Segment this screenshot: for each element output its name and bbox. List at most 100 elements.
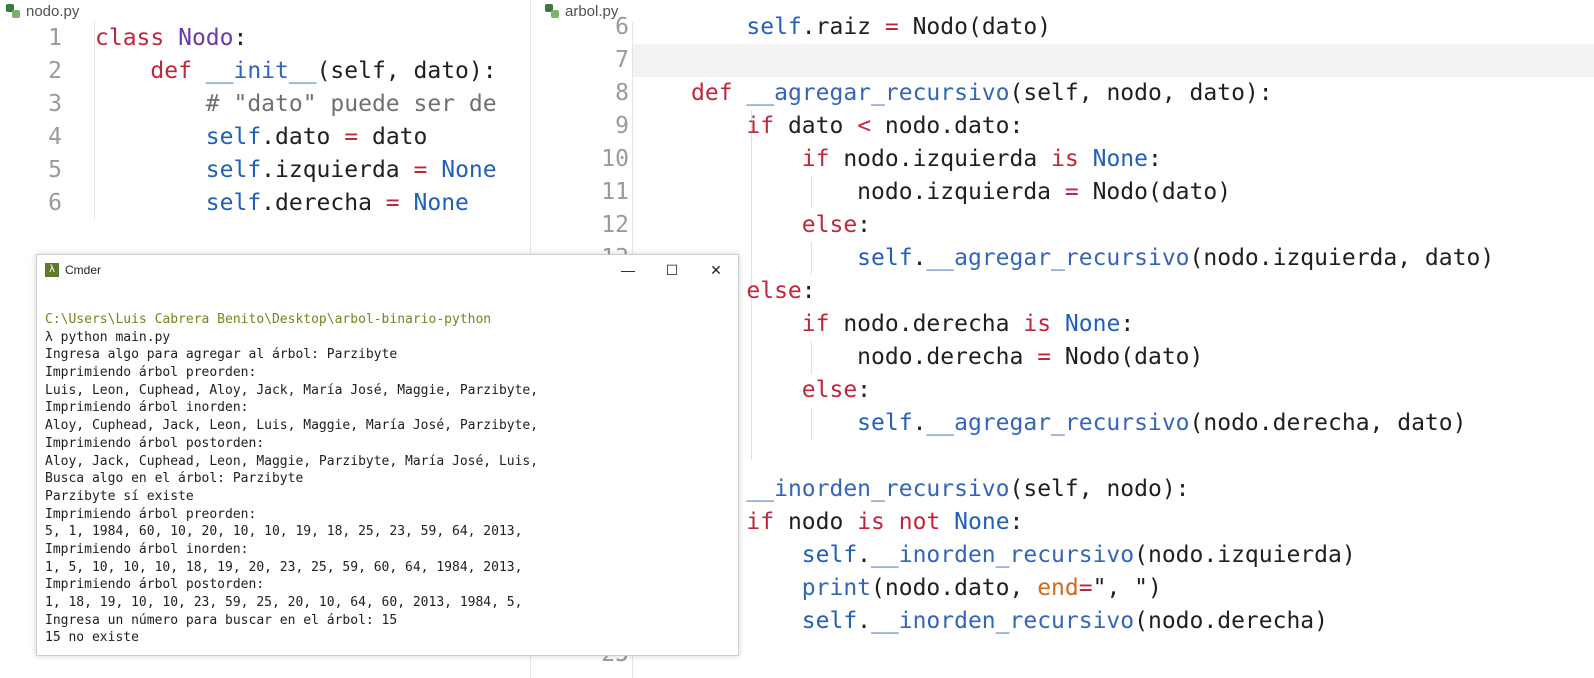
code-token: self	[205, 124, 262, 150]
code-token: else	[746, 278, 802, 304]
code-token: nodo.derecha	[691, 344, 1038, 370]
code-token: else	[801, 212, 858, 238]
line-number: 4	[48, 124, 62, 150]
code-line[interactable]: 8 def __agregar_recursivo(self, nodo, dat…	[531, 77, 1594, 110]
line-number: 9	[615, 113, 629, 139]
code-token: <	[857, 113, 872, 139]
code-token: if	[746, 113, 775, 139]
code-token: .raiz	[801, 14, 885, 40]
maximize-button[interactable]: ☐	[650, 255, 694, 285]
code-line[interactable]: 9 if dato < nodo.dato:	[531, 110, 1594, 143]
code-token: :	[1009, 509, 1024, 535]
code-token: is	[857, 509, 885, 535]
code-token: if	[746, 509, 775, 535]
code-line[interactable]: 3 # "dato" puede ser de	[0, 88, 530, 121]
code-line[interactable]: 12 else:	[531, 209, 1594, 242]
line-number: 12	[601, 212, 629, 238]
terminal-line: Aloy, Cuphead, Jack, Leon, Luis, Maggie,…	[45, 418, 539, 434]
code-token: :	[857, 212, 872, 238]
code-token: else	[801, 377, 858, 403]
terminal-line: Imprimiendo árbol postorden:	[45, 435, 265, 451]
code-token: __init__	[205, 58, 317, 84]
code-token: self	[205, 190, 262, 216]
line-number: 3	[48, 91, 62, 117]
terminal-line: Imprimiendo árbol postorden:	[45, 577, 265, 593]
code-text: # "dato" puede ser de	[95, 88, 497, 121]
code-token: .dato	[261, 124, 345, 150]
code-token: None	[1064, 311, 1121, 337]
tab-label: nodo.py	[26, 2, 80, 20]
code-token: .	[912, 245, 927, 271]
code-token: self	[746, 14, 802, 40]
line-number: 6	[615, 14, 629, 40]
code-token: def	[691, 80, 733, 106]
code-text: self.__agregar_recursivo(nodo.derecha, d…	[691, 407, 1466, 440]
maximize-icon: ☐	[665, 261, 679, 278]
code-token: is	[1023, 311, 1052, 337]
code-token: nodo.izquierda	[691, 179, 1065, 205]
close-icon: ✕	[710, 261, 722, 278]
code-text: self.__inorden_recursivo(nodo.derecha)	[691, 605, 1328, 638]
code-token: Nodo	[178, 25, 234, 51]
code-token: dato	[358, 124, 428, 150]
terminal-output[interactable]: C:\Users\Luis Cabrera Benito\Desktop\arb…	[45, 311, 732, 647]
code-line[interactable]: 10 if nodo.izquierda is None:	[531, 143, 1594, 176]
code-text: self.__agregar_recursivo(nodo.izquierda,…	[691, 242, 1494, 275]
code-token: :	[233, 25, 248, 51]
code-token: (nodo.izquierda, dato)	[1189, 245, 1495, 271]
close-button[interactable]: ✕	[694, 255, 738, 285]
code-text: if nodo is not None:	[691, 506, 1023, 539]
line-number: 6	[48, 190, 62, 216]
code-token: print	[801, 575, 872, 601]
title-bar[interactable]: λ Cmder — ☐ ✕	[37, 255, 738, 285]
code-line[interactable]: 6 self.raiz = Nodo(dato)	[531, 11, 1594, 44]
terminal-line: Imprimiendo árbol preorden:	[45, 506, 257, 522]
window-title: Cmder	[65, 263, 102, 277]
code-token: (self, nodo):	[1009, 476, 1190, 502]
terminal-line: Imprimiendo árbol preorden:	[45, 365, 257, 381]
editor-tab-nodo[interactable]: nodo.py	[0, 0, 79, 22]
code-text: def __init__(self, dato):	[95, 55, 497, 88]
code-token: self	[857, 245, 913, 271]
code-token: if	[801, 311, 830, 337]
code-text: if nodo.izquierda is None:	[691, 143, 1162, 176]
code-text: self.dato = dato	[95, 121, 428, 154]
code-line[interactable]: 6 self.derecha = None	[0, 187, 530, 220]
code-area[interactable]: 1 class Nodo: 2 def __init__(self, dato): 3…	[0, 22, 530, 222]
minimize-icon: —	[621, 262, 635, 278]
code-text: class Nodo:	[95, 22, 247, 55]
code-token: self	[801, 608, 858, 634]
code-line[interactable]: 2 def __init__(self, dato):	[0, 55, 530, 88]
code-token: # "dato" puede ser de	[205, 91, 497, 117]
code-line[interactable]: 4 self.dato = dato	[0, 121, 530, 154]
code-token: =	[413, 157, 428, 183]
code-text: self.izquierda = None	[95, 154, 497, 187]
cmder-window[interactable]: λ Cmder — ☐ ✕ C:\Users\Luis Cabrera Beni…	[36, 254, 739, 656]
code-token: :	[857, 377, 872, 403]
code-token: None	[954, 509, 1010, 535]
code-token: (self, nodo, dato):	[1009, 80, 1273, 106]
python-file-icon	[6, 4, 20, 18]
code-token: class	[95, 25, 165, 51]
line-number: 1	[48, 25, 62, 51]
code-token: =	[385, 190, 400, 216]
code-token: self	[801, 542, 858, 568]
code-token: =	[1064, 179, 1079, 205]
code-line[interactable]: 7	[531, 44, 1594, 77]
code-line[interactable]: 5 self.izquierda = None	[0, 154, 530, 187]
code-token: =	[1037, 344, 1052, 370]
terminal-line: λ python main.py	[45, 329, 171, 345]
code-token: ", ")	[1092, 575, 1162, 601]
code-line[interactable]: 1 class Nodo:	[0, 22, 530, 55]
code-token: (self, dato):	[316, 58, 497, 84]
minimize-button[interactable]: —	[606, 255, 650, 285]
code-line[interactable]: 11 nodo.izquierda = Nodo(dato)	[531, 176, 1594, 209]
